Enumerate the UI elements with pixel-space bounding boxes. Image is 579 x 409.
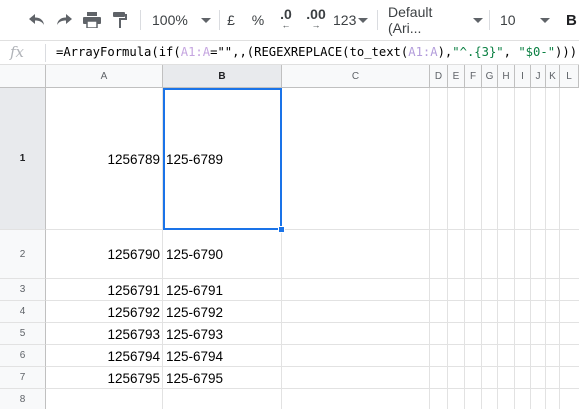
paint-format-icon <box>113 12 127 28</box>
cell-a8[interactable] <box>46 389 163 409</box>
chevron-down-icon <box>358 17 369 23</box>
select-all-corner[interactable] <box>0 65 46 88</box>
undo-icon <box>29 14 44 25</box>
cell-a4[interactable]: 1256792 <box>46 301 163 323</box>
cell-a2[interactable]: 1256790 <box>46 230 163 279</box>
cell-b2[interactable]: 125-6790 <box>163 230 282 279</box>
formula-input[interactable]: =ArrayFormula(if(A1:A="",,(REGEXREPLACE(… <box>56 45 579 59</box>
column-header-j[interactable]: J <box>531 65 546 88</box>
cell-b6[interactable]: 125-6794 <box>163 345 282 367</box>
cell-a7[interactable]: 1256795 <box>46 367 163 389</box>
cell-a1[interactable]: 1256789 <box>46 88 163 230</box>
column-header-a[interactable]: A <box>46 65 163 88</box>
column-gridline <box>464 88 465 409</box>
fx-icon: fx <box>10 43 25 61</box>
cell-a3[interactable]: 1256791 <box>46 279 163 301</box>
increase-decimals-button[interactable]: .00 → <box>303 7 329 32</box>
column-header-g[interactable]: G <box>482 65 498 88</box>
currency-button[interactable]: £ <box>224 8 238 32</box>
column-gridline <box>559 88 560 409</box>
arrow-left-icon: ← <box>281 20 291 30</box>
chevron-down-icon <box>200 17 211 23</box>
more-formats-select[interactable]: 123 <box>333 8 373 32</box>
row-header-6[interactable]: 6 <box>0 345 46 367</box>
decrease-decimals-button[interactable]: .0 ← <box>275 7 297 32</box>
toolbar: 100% £ % .0 ← .00 → 123 Default (Ari... … <box>0 0 579 40</box>
cell-a5[interactable]: 1256793 <box>46 323 163 345</box>
cell-b4[interactable]: 125-6792 <box>163 301 282 323</box>
font-family-select[interactable]: Default (Ari... <box>388 4 483 36</box>
column-gridline <box>481 88 482 409</box>
arrow-right-icon: → <box>311 20 321 30</box>
row-header-7[interactable]: 7 <box>0 367 46 389</box>
formula-bar: fx =ArrayFormula(if(A1:A="",,(REGEXREPLA… <box>0 40 579 65</box>
toolbar-divider <box>489 10 490 30</box>
print-button[interactable] <box>81 8 103 32</box>
column-header-k[interactable]: K <box>546 65 560 88</box>
column-header-c[interactable]: C <box>282 65 430 88</box>
chevron-down-icon <box>473 17 483 23</box>
zoom-value: 100% <box>152 12 188 28</box>
column-gridline <box>429 88 430 409</box>
font-size-select[interactable]: 10 <box>500 8 552 32</box>
toolbar-divider <box>377 10 378 30</box>
bold-button[interactable]: B <box>566 8 579 32</box>
paint-format-button[interactable] <box>109 8 131 32</box>
row-header-4[interactable]: 4 <box>0 301 46 323</box>
column-gridline <box>530 88 531 409</box>
column-gridline <box>514 88 515 409</box>
column-header-b[interactable]: B <box>163 65 282 88</box>
undo-button[interactable] <box>26 8 48 32</box>
cell-b8[interactable] <box>163 389 282 409</box>
redo-icon <box>57 14 72 25</box>
column-gridline <box>497 88 498 409</box>
cell-a6[interactable]: 1256794 <box>46 345 163 367</box>
cell-b3[interactable]: 125-6791 <box>163 279 282 301</box>
cell-b7[interactable]: 125-6795 <box>163 367 282 389</box>
column-header-l[interactable]: L <box>560 65 579 88</box>
column-header-f[interactable]: F <box>465 65 482 88</box>
spreadsheet-grid: ABCDEFGHIJKL 12345678 1256789 125-6789 125… <box>0 65 579 409</box>
percent-button[interactable]: % <box>250 8 266 32</box>
zoom-select[interactable]: 100% <box>152 8 214 32</box>
column-header-d[interactable]: D <box>430 65 448 88</box>
row-header-1[interactable]: 1 <box>0 88 46 230</box>
toolbar-divider <box>140 10 141 30</box>
column-gridline <box>545 88 546 409</box>
column-header-h[interactable]: H <box>498 65 515 88</box>
selected-cell-outline <box>163 88 282 230</box>
formula-divider <box>45 44 46 62</box>
row-header-8[interactable]: 8 <box>0 389 46 409</box>
chevron-down-icon <box>539 17 550 23</box>
cell-b5[interactable]: 125-6793 <box>163 323 282 345</box>
redo-button[interactable] <box>53 8 75 32</box>
column-gridline <box>447 88 448 409</box>
row-header-5[interactable]: 5 <box>0 323 46 345</box>
column-header-e[interactable]: E <box>448 65 465 88</box>
column-header-i[interactable]: I <box>515 65 531 88</box>
toolbar-divider <box>219 10 220 30</box>
row-header-2[interactable]: 2 <box>0 230 46 279</box>
print-icon <box>83 12 101 28</box>
row-header-3[interactable]: 3 <box>0 279 46 301</box>
fill-handle[interactable] <box>278 226 285 233</box>
